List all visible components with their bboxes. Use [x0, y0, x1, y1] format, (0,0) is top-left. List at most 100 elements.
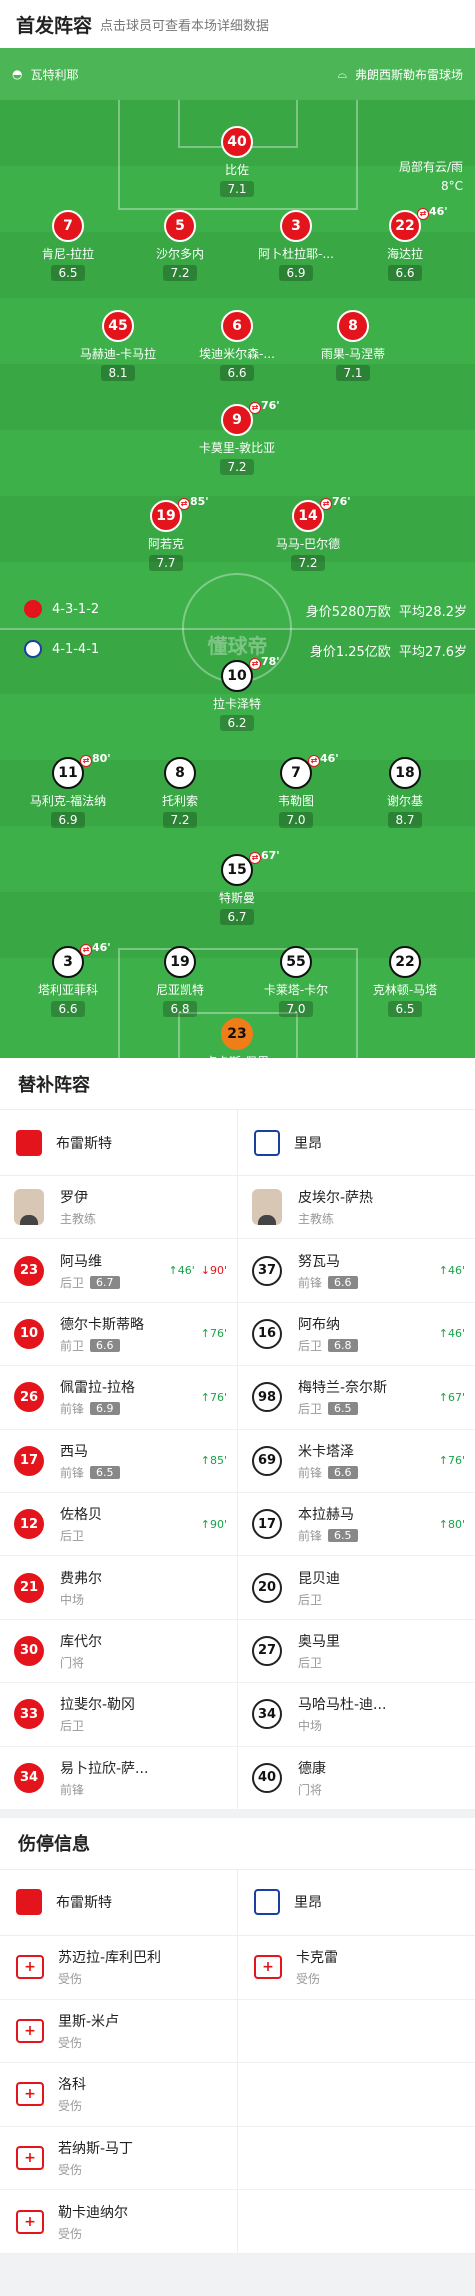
player-position: 前锋: [298, 1529, 323, 1544]
away-sub-player[interactable]: 34 马哈马杜-迪... 中场: [237, 1683, 475, 1746]
player-rating: 6.9: [90, 1402, 120, 1416]
player-name: 易卜拉欣-萨...: [60, 1760, 149, 1777]
subs-title: 替补阵容: [0, 1058, 475, 1110]
player-name: 勒卡迪纳尔: [58, 2204, 128, 2221]
player-name: 苏迈拉-库利巴利: [58, 1950, 162, 1967]
home-player[interactable]: 19 ⇄ 85' 阿若克 7.7: [111, 495, 221, 571]
home-sub-player[interactable]: 23 阿马维 后卫 6.7 ↑46' ↓90': [0, 1239, 237, 1301]
player-rating: 6.2: [220, 715, 254, 731]
away-sub-player[interactable]: 16 阿布纳 后卫 6.8 ↑46': [237, 1302, 475, 1366]
player-rating: 6.5: [90, 1465, 120, 1479]
home-sub-player[interactable]: 17 西马 前锋 6.5 ↑85': [0, 1430, 237, 1492]
away-sub-player[interactable]: 69 米卡塔泽 前锋 6.6 ↑76': [237, 1429, 475, 1492]
injured-player[interactable]: + 勒卡迪纳尔 受伤: [0, 2190, 237, 2253]
away-sub-player[interactable]: 17 本拉赫马 前锋 6.5 ↑80': [237, 1492, 475, 1556]
away-player[interactable]: 8 托利索 7.2: [125, 757, 235, 828]
injury-home-team[interactable]: 布雷斯特: [0, 1870, 237, 1935]
stadium-icon: ⌓: [337, 66, 347, 81]
home-player[interactable]: 22 ⇄ 46' 海达拉 6.6: [350, 205, 460, 281]
injured-player[interactable]: + 卡克雷 受伤: [237, 1935, 475, 1999]
jersey-number: 7: [52, 210, 84, 242]
jersey-number: 18: [389, 757, 421, 789]
injury-status: 受伤: [58, 2035, 83, 2050]
home-player[interactable]: 40 比佐 7.1: [182, 126, 292, 197]
jersey-number: 21: [14, 1572, 44, 1603]
empty-cell: [237, 2063, 475, 2126]
subs-away-team[interactable]: 里昂: [237, 1110, 475, 1175]
injured-player[interactable]: + 洛科 受伤: [0, 2063, 237, 2126]
away-sub-player[interactable]: 98 梅特兰-奈尔斯 后卫 6.5 ↑67': [237, 1366, 475, 1429]
away-player[interactable]: 19 尼亚凯特 6.8: [125, 946, 235, 1017]
player-position: 门将: [60, 1655, 85, 1670]
home-coach[interactable]: 罗伊 主教练: [0, 1176, 237, 1238]
player-name: 马利克-福法纳: [29, 794, 107, 808]
player-position: 前锋: [298, 1465, 323, 1480]
injured-player[interactable]: + 里斯-米卢 受伤: [0, 2000, 237, 2063]
away-player[interactable]: 23卢卡斯-佩里7.3: [182, 1018, 292, 1058]
away-coach[interactable]: 皮埃尔-萨热 主教练: [237, 1176, 475, 1239]
home-sub-player[interactable]: 30 库代尔 门将: [0, 1620, 237, 1682]
sub-time: 85': [190, 495, 209, 508]
jersey-number: 34: [14, 1762, 44, 1793]
player-name: 阿马维: [60, 1253, 102, 1270]
injury-status: 受伤: [58, 1972, 83, 1987]
home-player[interactable]: 5 沙尔多内 7.2: [125, 210, 235, 281]
home-player[interactable]: 45 马赫迪-卡马拉 8.1: [63, 310, 173, 381]
jersey-number: 45: [102, 310, 134, 342]
away-sub-player[interactable]: 27 奥马里 后卫: [237, 1619, 475, 1683]
player-name: 洛科: [58, 2077, 86, 2094]
home-player[interactable]: 8 雨果-马涅蒂 7.1: [298, 310, 408, 381]
away-player[interactable]: 10 ⇄ 78' 拉卡泽特 6.2: [182, 655, 292, 731]
sub-event: ↑80': [438, 1517, 465, 1531]
home-sub-player[interactable]: 33 拉斐尔-勒冈 后卫: [0, 1683, 237, 1745]
sub-event: ↑90': [200, 1517, 227, 1531]
home-sub-player[interactable]: 12 佐格贝 后卫 ↑90': [0, 1493, 237, 1555]
player-name: 卢卡斯-佩里: [182, 1053, 292, 1058]
player-name: 马赫迪-卡马拉: [79, 347, 157, 361]
away-player[interactable]: 3 ⇄ 46' 塔利亚菲科 6.6: [13, 941, 123, 1017]
player-name: 卡莫里-敦比亚: [198, 441, 276, 455]
home-player[interactable]: 7 肯尼-拉拉 6.5: [13, 210, 123, 281]
home-player[interactable]: 14 ⇄ 76' 马马-巴尔德 7.2: [253, 495, 363, 571]
sub-time: 76': [261, 399, 280, 412]
player-name: 米卡塔泽: [298, 1443, 354, 1460]
home-sub-player[interactable]: 34 易卜拉欣-萨... 前锋: [0, 1747, 237, 1809]
home-value: 身价5280万欧 平均28.2岁: [305, 605, 467, 620]
player-position: 中场: [298, 1719, 323, 1734]
away-player[interactable]: 15 ⇄ 67' 特斯曼 6.7: [182, 849, 292, 925]
home-player[interactable]: 3 阿卜杜拉耶-... 6.9: [241, 210, 351, 281]
brest-logo-icon: [16, 1889, 42, 1916]
home-sub-player[interactable]: 10 德尔卡斯蒂略 前卫 6.6 ↑76': [0, 1303, 237, 1365]
away-player[interactable]: 55 卡莱塔-卡尔 7.0: [241, 946, 351, 1017]
player-rating: 8.7: [388, 812, 422, 828]
subs-home-team[interactable]: 布雷斯特: [0, 1110, 237, 1175]
injured-player[interactable]: + 苏迈拉-库利巴利 受伤: [0, 1936, 237, 1999]
sub-event: ↑76': [200, 1327, 227, 1341]
coach-avatar: [252, 1189, 282, 1226]
away-player[interactable]: 22 克林顿-马塔 6.5: [350, 946, 460, 1017]
player-rating: 7.2: [163, 812, 197, 828]
home-player[interactable]: 6 埃迪米尔森-... 6.6: [182, 310, 292, 381]
jersey-number: 6: [221, 310, 253, 342]
player-name: 雨果-马涅蒂: [320, 347, 386, 361]
home-sub-player[interactable]: 26 佩雷拉-拉格 前锋 6.9 ↑76': [0, 1366, 237, 1428]
player-name: 沙尔多内: [155, 247, 204, 261]
away-player[interactable]: 11 ⇄ 80' 马利克-福法纳 6.9: [13, 752, 123, 828]
sub-time: 78': [261, 655, 280, 668]
home-player[interactable]: 9 ⇄ 76' 卡莫里-敦比亚 7.2: [182, 399, 292, 475]
player-position: 前卫: [60, 1338, 85, 1353]
injured-player[interactable]: + 若纳斯-马丁 受伤: [0, 2127, 237, 2190]
away-sub-player[interactable]: 20 昆贝迪 后卫: [237, 1556, 475, 1619]
injury-away-team[interactable]: 里昂: [237, 1869, 475, 1935]
sub-arrow-icon: ⇄: [417, 208, 429, 220]
away-player[interactable]: 7 ⇄ 46' 韦勒图 7.0: [241, 752, 351, 828]
player-name: 托利索: [161, 794, 198, 808]
home-sub-player[interactable]: 21 费弗尔 中场: [0, 1556, 237, 1618]
player-name: 克林顿-马塔: [372, 983, 438, 997]
away-sub-player[interactable]: 37 努瓦马 前锋 6.6 ↑46': [237, 1239, 475, 1302]
player-name: 尼亚凯特: [155, 983, 204, 997]
sub-event: ↑67': [438, 1390, 465, 1404]
away-sub-player[interactable]: 40 德康 门将: [237, 1746, 475, 1809]
away-player[interactable]: 18 谢尔基 8.7: [350, 757, 460, 828]
medical-kit-icon: +: [16, 2145, 44, 2170]
